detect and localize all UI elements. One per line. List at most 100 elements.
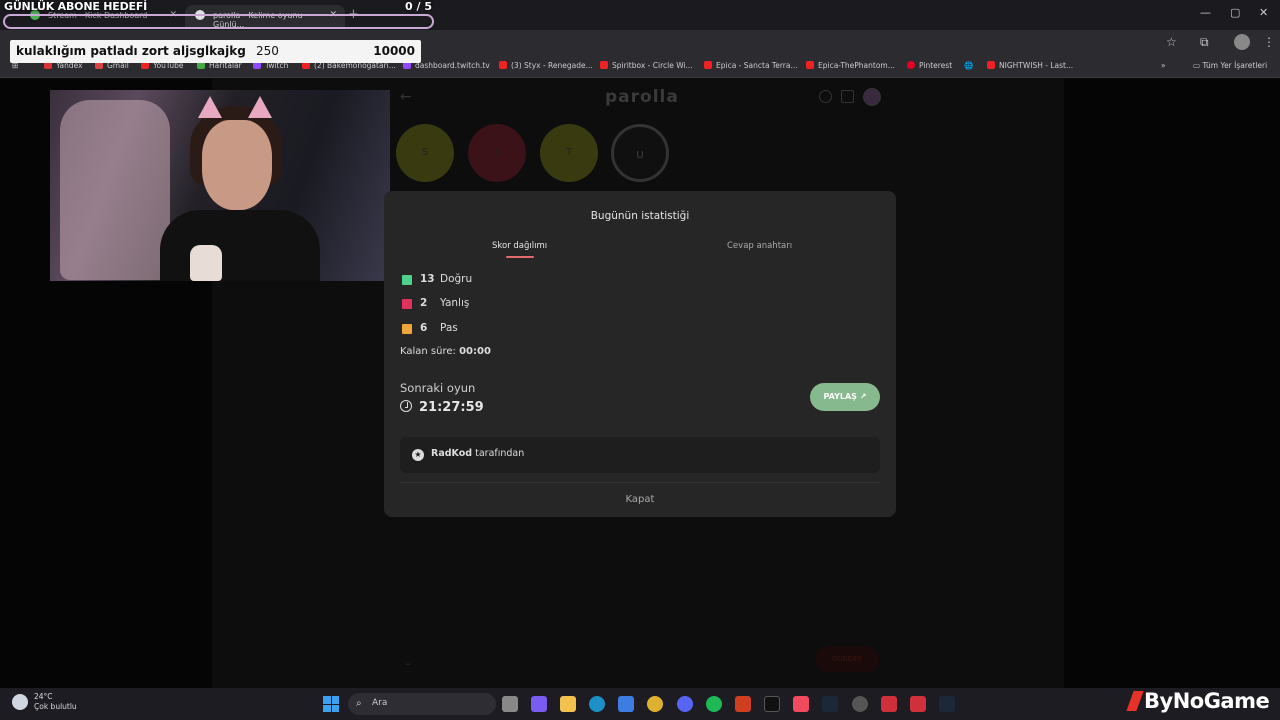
spotify-icon[interactable] (706, 696, 722, 712)
info-icon[interactable] (819, 90, 832, 103)
letter-circle-active: U (611, 124, 669, 182)
youtube-icon (499, 61, 507, 69)
close-window-icon[interactable]: ✕ (1259, 6, 1268, 19)
microphone (190, 245, 222, 281)
bookmark-epica-phantom[interactable]: Epica-ThePhantom... (806, 61, 895, 70)
discord-icon[interactable] (677, 696, 693, 712)
bookmark-styx[interactable]: (3) Styx - Renegade... (499, 61, 593, 70)
back-arrow-icon[interactable]: ← (400, 89, 412, 105)
stat-count: 13 (420, 273, 435, 285)
weather-widget[interactable]: 24°C Çok bulutlu (12, 692, 77, 712)
all-bookmarks-label: Tüm Yer İşaretleri (1202, 61, 1268, 70)
store-icon[interactable] (618, 696, 634, 712)
watermark-text: ByNoGame (1144, 689, 1270, 713)
tab-score-distribution[interactable]: Skor dağılımı (492, 241, 547, 251)
letter: Ş (493, 147, 501, 158)
clock-icon (400, 400, 412, 412)
credit-brand: RadKod (431, 448, 473, 459)
streamer-face (202, 120, 272, 210)
letter-circle: S (396, 124, 454, 182)
letter: T (565, 147, 573, 158)
minimize-icon[interactable]: — (1200, 6, 1211, 19)
donation-goal: kulaklığım patladı zort aljsglkajkg 250 … (10, 40, 421, 63)
letter: S (421, 147, 429, 158)
chrome-icon[interactable] (647, 696, 663, 712)
stat-count: 2 (420, 297, 428, 309)
task-view-icon[interactable] (502, 696, 518, 712)
bookmark-label: Epica-ThePhantom... (818, 61, 895, 70)
brave-icon[interactable] (735, 696, 751, 712)
next-game-label: Sonraki oyun (400, 381, 476, 395)
next-game-time: 21:27:59 (419, 400, 484, 415)
globe-icon[interactable]: 🌐 (964, 61, 973, 70)
all-bookmarks[interactable]: ▭ Tüm Yer İşaretleri (1193, 61, 1267, 70)
bookmark-label: Pinterest (919, 61, 953, 70)
tab-answer-key[interactable]: Cevap anahtarı (727, 241, 792, 251)
app-icon[interactable] (764, 696, 780, 712)
share-button[interactable]: PAYLAŞ ↗ (810, 383, 880, 411)
start-icon[interactable] (323, 696, 339, 712)
watermark: ByNoGame (1126, 689, 1270, 713)
credit-banner[interactable]: ★ RadKod tarafından (400, 437, 880, 473)
correct-color-swatch (402, 275, 412, 285)
more-bookmarks-icon[interactable]: » (1161, 61, 1166, 70)
weather-condition: Çok bulutlu (34, 702, 77, 711)
youtube-icon (806, 61, 814, 69)
bookmark-epica-sancta[interactable]: Epica - Sancta Terra... (704, 61, 798, 70)
edge-icon[interactable] (589, 696, 605, 712)
bookmark-label: Epica - Sancta Terra... (716, 61, 798, 70)
weather-icon (12, 694, 28, 710)
remaining-label: Kalan süre: (400, 346, 456, 357)
pinterest-icon (907, 61, 915, 69)
close-modal-button[interactable]: Kapat (384, 494, 896, 505)
extensions-icon[interactable]: ⧉ (1200, 35, 1209, 50)
bookmark-label: (3) Styx - Renegade... (511, 61, 593, 70)
bookmark-label: dashboard.twitch.tv (415, 61, 490, 70)
parolla-logo: parolla (605, 87, 679, 107)
pass-color-swatch (402, 324, 412, 334)
obs-icon[interactable] (852, 696, 868, 712)
wrong-color-swatch (402, 299, 412, 309)
submit-button[interactable]: GÖNDER (815, 646, 879, 672)
avatar[interactable] (1234, 34, 1250, 50)
remaining-time: Kalan süre: 00:00 (400, 346, 491, 357)
bookmark-label: Spiritbox - Circle Wi... (612, 61, 693, 70)
maximize-icon[interactable]: ▢ (1230, 6, 1240, 19)
stat-label: Pas (440, 322, 458, 334)
divider (400, 482, 880, 483)
bookmark-pinterest[interactable]: Pinterest (907, 61, 952, 70)
modal-title: Bugünün istatistiği (590, 210, 690, 222)
stats-modal: Bugünün istatistiği Skor dağılımı Cevap … (384, 191, 896, 517)
taskbar-search[interactable]: ⌕ Ara (348, 693, 496, 715)
submit-label: GÖNDER (831, 655, 863, 663)
steam-icon[interactable] (939, 696, 955, 712)
subscriber-goal-bar (3, 14, 434, 29)
youtube-icon (987, 61, 995, 69)
youtube-icon (600, 61, 608, 69)
letter-circle: T (540, 124, 598, 182)
bookmark-nightwish[interactable]: NIGHTWISH - Last... (987, 61, 1073, 70)
youtube-icon (704, 61, 712, 69)
steam-icon[interactable] (822, 696, 838, 712)
copilot-icon[interactable] (531, 696, 547, 712)
share-label: PAYLAŞ (823, 392, 857, 401)
menu-icon[interactable]: ⋮ (1263, 35, 1275, 49)
cat-ear-headphone (198, 96, 222, 118)
music-icon[interactable] (793, 696, 809, 712)
active-tab-indicator (506, 256, 534, 258)
stats-icon[interactable] (841, 90, 854, 103)
app-icon[interactable] (881, 696, 897, 712)
donation-target: 10000 (373, 44, 415, 58)
profile-icon[interactable] (863, 88, 881, 106)
star-icon[interactable]: ☆ (1166, 35, 1177, 49)
app-icon[interactable] (910, 696, 926, 712)
letter-circle: Ş (468, 124, 526, 182)
gaming-chair (60, 100, 170, 280)
share-icon: ↗ (859, 392, 867, 401)
stat-label: Yanlış (440, 297, 470, 309)
stat-count: 6 (420, 322, 428, 334)
bookmark-spiritbox[interactable]: Spiritbox - Circle Wi... (600, 61, 693, 70)
file-explorer-icon[interactable] (560, 696, 576, 712)
next-game-timer: 21:27:59 (400, 400, 484, 415)
answer-input[interactable]: ␣ (405, 656, 411, 666)
